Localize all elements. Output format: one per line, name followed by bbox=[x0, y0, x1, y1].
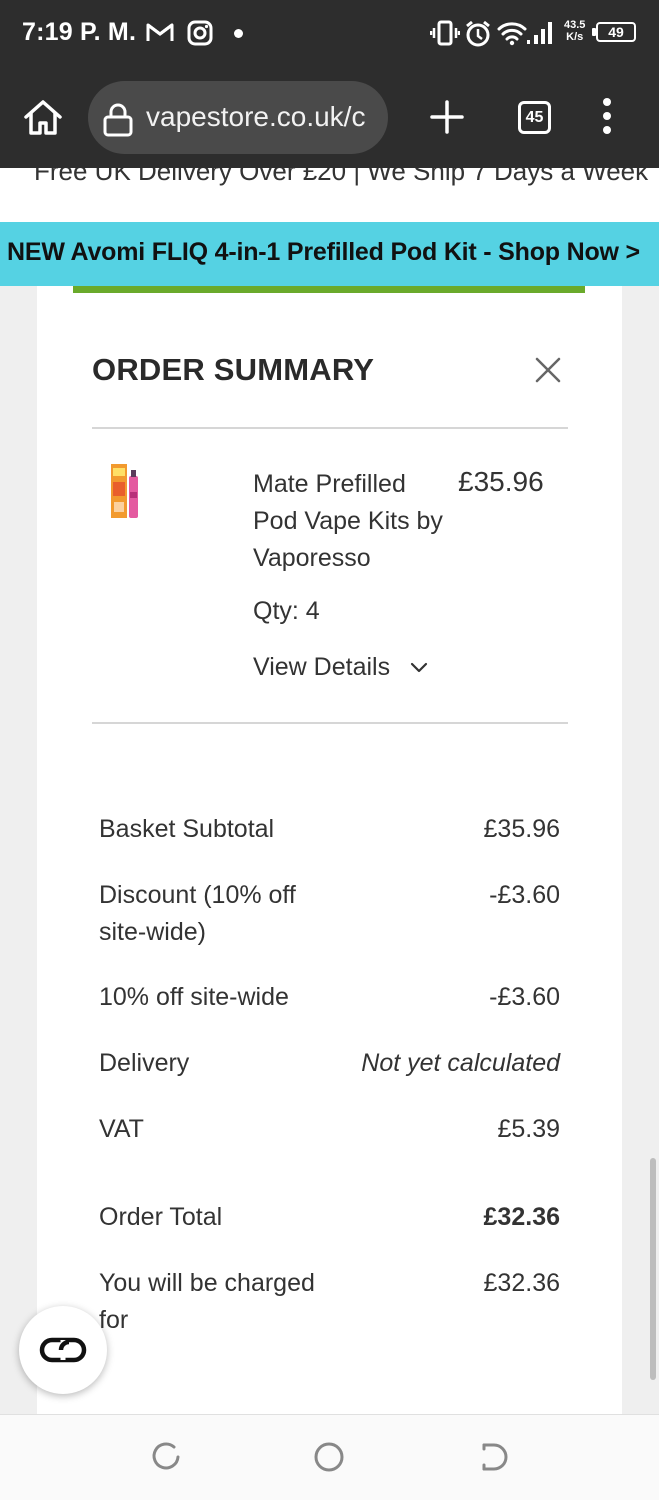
url-bar[interactable]: vapestore.co.uk/c bbox=[88, 81, 388, 154]
signal-icon bbox=[526, 20, 554, 51]
vat-value: £5.39 bbox=[497, 1115, 560, 1143]
vibrate-icon bbox=[429, 20, 461, 51]
tabs-icon[interactable]: 45 bbox=[518, 101, 551, 134]
order-total-label: Order Total bbox=[99, 1203, 223, 1231]
order-total-value: £32.36 bbox=[483, 1203, 560, 1231]
status-bar: 7:19 P. M. 43.5 K/s 49 bbox=[0, 0, 659, 68]
charged-value: £32.36 bbox=[483, 1269, 560, 1297]
divider bbox=[92, 722, 568, 724]
lock-icon bbox=[102, 103, 134, 142]
alarm-icon bbox=[464, 20, 492, 53]
browser-toolbar: vapestore.co.uk/c 45 bbox=[0, 68, 659, 168]
product-price: £35.96 bbox=[458, 466, 544, 497]
product-name[interactable]: Mate Prefilled Pod Vape Kits by Vaporess… bbox=[253, 466, 453, 577]
discount-label: Discount (10% off site-wide) bbox=[99, 881, 296, 946]
product-quantity: Qty: 4 bbox=[253, 597, 320, 625]
view-details-toggle[interactable]: View Details bbox=[253, 653, 390, 682]
delivery-text: Free UK Delivery Over £20 | We Ship 7 Da… bbox=[34, 168, 649, 186]
delivery-label: Delivery bbox=[99, 1049, 190, 1077]
home-icon[interactable] bbox=[22, 98, 64, 141]
vat-label: VAT bbox=[99, 1115, 144, 1143]
chat-widget-button[interactable] bbox=[19, 1306, 107, 1394]
wifi-icon bbox=[497, 20, 527, 51]
system-nav-bar bbox=[0, 1414, 659, 1500]
product-thumbnail[interactable] bbox=[110, 462, 142, 522]
home-nav-icon[interactable] bbox=[313, 1441, 345, 1478]
plus-icon[interactable] bbox=[430, 100, 464, 139]
status-time: 7:19 P. M. bbox=[22, 18, 137, 46]
scrollbar[interactable] bbox=[650, 1158, 656, 1380]
notification-dot bbox=[234, 29, 243, 38]
back-icon[interactable] bbox=[478, 1441, 510, 1478]
basket-subtotal-value: £35.96 bbox=[483, 815, 560, 843]
sitewide-discount-value: -£3.60 bbox=[489, 983, 560, 1011]
discount-value: -£3.60 bbox=[489, 881, 560, 909]
instagram-icon bbox=[187, 20, 213, 51]
close-icon[interactable] bbox=[534, 356, 562, 384]
menu-icon[interactable] bbox=[602, 98, 612, 138]
battery-icon: 49 bbox=[592, 22, 636, 42]
charged-label: You will be charged for bbox=[99, 1269, 315, 1334]
recents-icon[interactable] bbox=[150, 1441, 182, 1478]
order-summary-panel: ORDER SUMMARY Mate Prefilled Pod Vape Ki… bbox=[37, 286, 622, 1414]
sitewide-discount-label: 10% off site-wide bbox=[99, 983, 289, 1011]
promo-banner[interactable]: NEW Avomi FLIQ 4-in-1 Prefilled Pod Kit … bbox=[0, 222, 659, 286]
divider bbox=[92, 427, 568, 429]
url-text: vapestore.co.uk/c bbox=[146, 101, 366, 132]
chevron-down-icon[interactable] bbox=[409, 661, 429, 680]
promo-banner-text[interactable]: NEW Avomi FLIQ 4-in-1 Prefilled Pod Kit … bbox=[7, 238, 640, 267]
network-speed: 43.5 K/s bbox=[564, 19, 586, 43]
delivery-value: Not yet calculated bbox=[361, 1049, 560, 1077]
accent-divider bbox=[73, 286, 585, 293]
gmail-icon bbox=[146, 20, 174, 49]
chat-widget-icon bbox=[39, 1337, 87, 1363]
basket-subtotal-label: Basket Subtotal bbox=[99, 815, 275, 843]
delivery-strip: Free UK Delivery Over £20 | We Ship 7 Da… bbox=[0, 168, 659, 222]
order-summary-title: ORDER SUMMARY bbox=[92, 352, 375, 387]
